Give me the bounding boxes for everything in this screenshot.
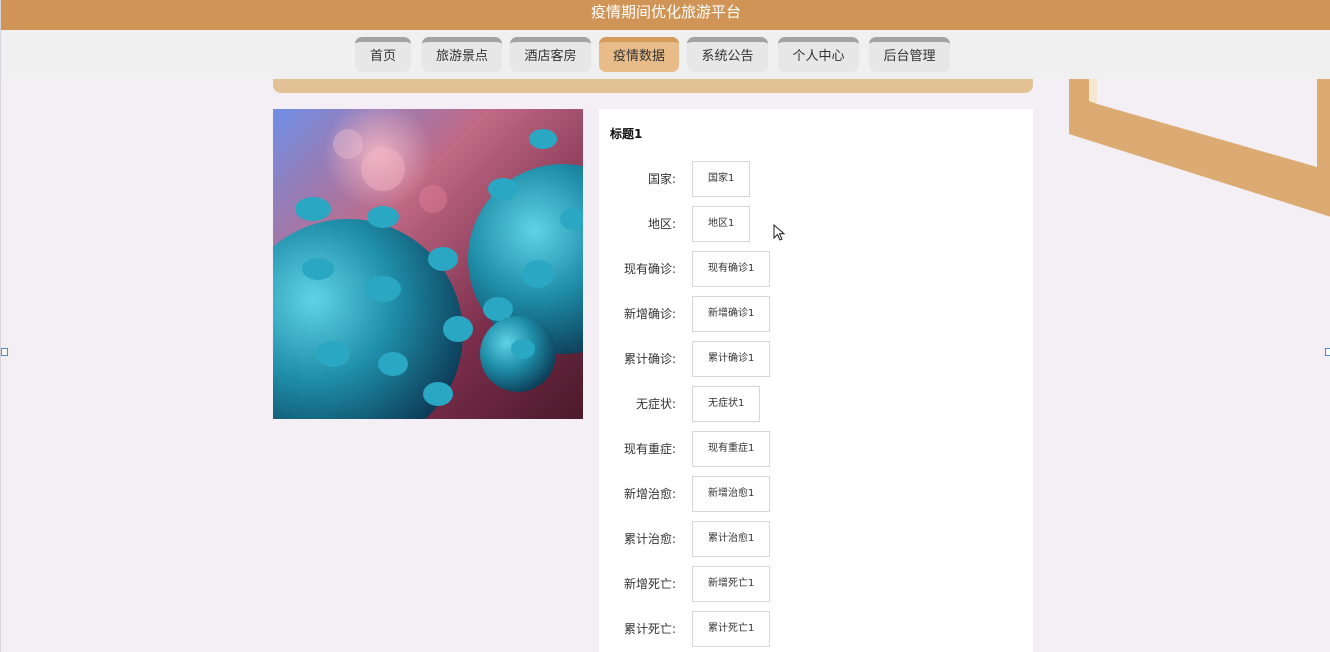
field-row-total-recovered: 累计治愈: 累计治愈1 (599, 521, 1033, 557)
field-row-total-confirmed: 累计确诊: 累计确诊1 (599, 341, 1033, 377)
field-row-new-deaths: 新增死亡: 新增死亡1 (599, 566, 1033, 602)
field-value: 国家1 (692, 161, 751, 197)
field-label: 新增治愈: (623, 487, 676, 501)
field-row-asymptomatic: 无症状: 无症状1 (599, 386, 1033, 422)
field-row-total-deaths: 累计死亡: 累计死亡1 (599, 611, 1033, 647)
field-label: 新增确诊: (623, 307, 676, 321)
epidemic-detail-panel: 标题1 国家: 国家1 地区: 地区1 现有确诊: 现有确诊1 新增确诊: 新增… (599, 109, 1033, 652)
field-value: 新增确诊1 (692, 296, 771, 332)
nav-menu: 首页 旅游景点 酒店客房 疫情数据 系统公告 个人中心 后台管理 (1, 37, 1330, 72)
app-title: 疫情期间优化旅游平台 (590, 3, 741, 21)
field-row-current-confirmed: 现有确诊: 现有确诊1 (599, 251, 1033, 287)
field-value: 现有确诊1 (692, 251, 771, 287)
banner-strip (273, 79, 1033, 93)
field-value: 无症状1 (692, 386, 761, 422)
title-bar: 疫情期间优化旅游平台 (1, 0, 1330, 30)
field-value: 累计确诊1 (692, 341, 771, 377)
coronavirus-image (273, 109, 583, 419)
field-label: 新增死亡: (623, 577, 676, 591)
field-value: 地区1 (692, 206, 751, 242)
field-label: 累计治愈: (623, 532, 676, 546)
detail-title: 标题1 (610, 127, 643, 141)
field-row-new-recovered: 新增治愈: 新增治愈1 (599, 476, 1033, 512)
field-label: 地区: (647, 217, 676, 231)
field-label: 无症状: (635, 397, 676, 411)
nav-item-hotel-rooms[interactable]: 酒店客房 (510, 37, 591, 72)
field-row-country: 国家: 国家1 (599, 161, 1033, 197)
field-value: 累计治愈1 (692, 521, 771, 557)
nav-item-announcements[interactable]: 系统公告 (687, 37, 768, 72)
field-value: 新增死亡1 (692, 566, 771, 602)
field-row-current-severe: 现有重症: 现有重症1 (599, 431, 1033, 467)
field-row-region: 地区: 地区1 (599, 206, 1033, 242)
field-value: 现有重症1 (692, 431, 771, 467)
nav-item-epidemic-data[interactable]: 疫情数据 (599, 37, 679, 72)
resize-handle-left[interactable] (1, 348, 8, 356)
nav-item-personal-center[interactable]: 个人中心 (778, 37, 859, 72)
mouse-pointer-icon (773, 224, 786, 241)
app-window: 疫情期间优化旅游平台 首页 旅游景点 酒店客房 疫情数据 系统公告 个人中心 后… (0, 0, 1330, 652)
top-nav: 首页 旅游景点 酒店客房 疫情数据 系统公告 个人中心 后台管理 (1, 30, 1330, 79)
field-label: 累计死亡: (623, 622, 676, 636)
decorative-frame-graphic (1069, 79, 1330, 217)
nav-item-admin[interactable]: 后台管理 (869, 37, 950, 72)
field-label: 国家: (647, 172, 676, 186)
field-label: 累计确诊: (623, 352, 676, 366)
field-value: 累计死亡1 (692, 611, 771, 647)
field-label: 现有确诊: (623, 262, 676, 276)
nav-item-attractions[interactable]: 旅游景点 (422, 37, 502, 72)
field-label: 现有重症: (623, 442, 676, 456)
field-row-new-confirmed: 新增确诊: 新增确诊1 (599, 296, 1033, 332)
field-value: 新增治愈1 (692, 476, 771, 512)
resize-handle-right[interactable] (1325, 348, 1330, 356)
nav-item-home[interactable]: 首页 (355, 37, 411, 72)
